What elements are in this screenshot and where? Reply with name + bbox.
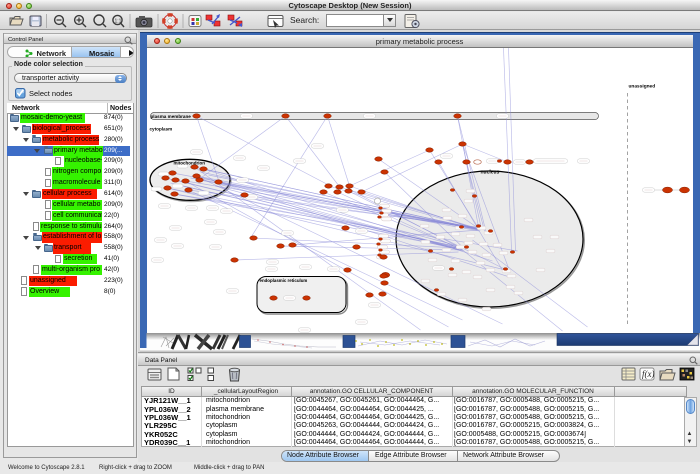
svg-text:1:1: 1:1 xyxy=(115,19,122,25)
svg-text:unassigned: unassigned xyxy=(628,84,655,90)
svg-text:endoplasmic reticulum: endoplasmic reticulum xyxy=(259,278,307,283)
svg-text:plasma membrane: plasma membrane xyxy=(150,114,191,119)
svg-text:nucleus: nucleus xyxy=(480,170,499,176)
svg-text:f(x): f(x) xyxy=(642,369,655,379)
svg-text:cytoplasm: cytoplasm xyxy=(149,127,172,132)
svg-text:mitochondrion: mitochondrion xyxy=(173,161,205,166)
